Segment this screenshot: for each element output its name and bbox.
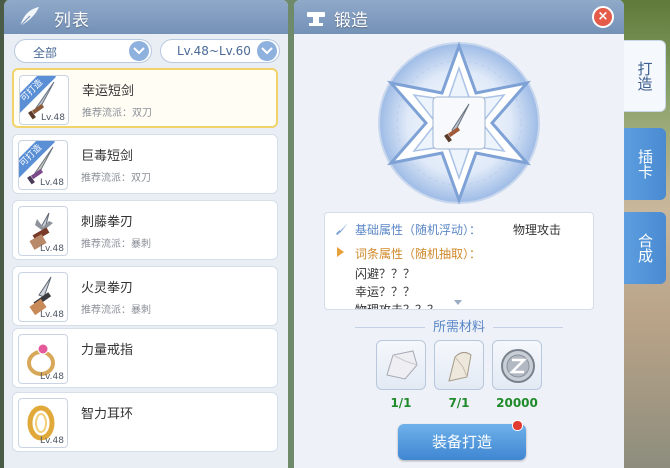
- level-filter-dropdown[interactable]: Lv.48~Lv.60: [160, 39, 280, 63]
- item-thumbnail: Lv.48: [18, 334, 68, 384]
- item-name: 力量戒指: [81, 343, 134, 358]
- item-level: Lv.48: [40, 372, 64, 382]
- forge-title: 锻造: [334, 11, 368, 31]
- level-filter-value: Lv.48~Lv.60: [177, 44, 251, 58]
- tab-synthesis[interactable]: 合成: [624, 212, 666, 284]
- tab-synthesis-label: 合成: [636, 233, 654, 263]
- item-name: 幸运短剑: [82, 84, 135, 99]
- list-item-lucky-dagger[interactable]: 可打造 Lv.48 幸运短剑 推荐流派：双刀: [12, 68, 278, 128]
- list-item-strength-ring[interactable]: Lv.48 力量戒指: [12, 328, 278, 388]
- divider: [493, 327, 563, 328]
- list-item-poison-dagger[interactable]: 可打造 Lv.48 巨毒短剑 推荐流派：双刀: [12, 134, 278, 194]
- scroll-down-icon[interactable]: [454, 300, 462, 305]
- chevron-down-icon: [129, 41, 149, 61]
- item-name: 刺藤拳刃: [81, 215, 134, 230]
- item-level: Lv.48: [40, 178, 64, 188]
- forge-panel: 锻造 × 基础属性（随机浮动）： 物理攻击 词条属性（随机抽取）： 闪避？？？ …: [294, 0, 624, 468]
- close-button[interactable]: ×: [592, 6, 614, 28]
- item-recommend: 推荐流派：暴刺: [81, 305, 151, 316]
- ore-icon: [386, 350, 418, 380]
- tab-card-label: 插卡: [636, 149, 654, 179]
- base-attribute-label: 基础属性（随机浮动）：: [355, 223, 482, 237]
- zeny-coin-icon: [501, 349, 535, 383]
- item-name: 巨毒短剑: [81, 149, 134, 164]
- base-attribute-value: 物理攻击: [513, 223, 562, 237]
- material-slot-crystal[interactable]: [434, 340, 484, 390]
- item-recommend: 推荐流派：暴刺: [81, 239, 151, 250]
- item-recommend: 推荐流派：双刀: [81, 173, 151, 184]
- material-slot-ore[interactable]: [376, 340, 426, 390]
- crystal-icon: [448, 351, 472, 382]
- list-item-thorn-katar[interactable]: Lv.48 刺藤拳刃 推荐流派：暴刺: [12, 200, 278, 260]
- materials-title: 所需材料: [432, 320, 485, 335]
- word-attribute-item: 幸运？？？: [355, 285, 416, 299]
- item-name: 火灵拳刃: [81, 281, 134, 296]
- item-recommend: 推荐流派：双刀: [82, 108, 152, 119]
- material-count-crystal: 7/1: [448, 396, 470, 410]
- anvil-icon: [307, 12, 325, 26]
- word-attribute-label: 词条属性（随机抽取）：: [355, 247, 482, 261]
- tab-card-insert[interactable]: 插卡: [624, 128, 666, 200]
- quill-icon: [19, 7, 39, 27]
- item-level: Lv.48: [40, 436, 64, 446]
- item-level: Lv.48: [40, 244, 64, 254]
- filter-bar: 全部 Lv.48~Lv.60: [4, 34, 288, 66]
- item-level: Lv.48: [40, 310, 64, 320]
- list-title: 列表: [54, 11, 90, 31]
- notification-dot: [512, 420, 523, 431]
- forge-header: 锻造 ×: [294, 0, 624, 34]
- list-item-fire-katar[interactable]: Lv.48 火灵拳刃 推荐流派：暴刺: [12, 266, 278, 326]
- divider: [354, 327, 425, 328]
- item-thumbnail: Lv.48: [18, 272, 68, 322]
- type-filter-dropdown[interactable]: 全部: [14, 39, 152, 63]
- craft-equipment-button[interactable]: 装备打造: [398, 424, 526, 460]
- list-header: 列表: [4, 0, 288, 34]
- material-count-zeny: 20000: [496, 396, 538, 410]
- tab-forge-label: 打造: [635, 61, 654, 91]
- item-thumbnail: Lv.48: [18, 206, 68, 256]
- material-count-ore: 1/1: [390, 396, 412, 410]
- item-thumbnail: 可打造 Lv.48: [18, 140, 68, 190]
- item-thumbnail: 可打造 Lv.48: [19, 75, 69, 125]
- forge-emblem: [378, 41, 540, 205]
- item-level: Lv.48: [41, 113, 65, 123]
- type-filter-value: 全部: [33, 46, 58, 60]
- attribute-box[interactable]: 基础属性（随机浮动）： 物理攻击 词条属性（随机抽取）： 闪避？？？ 幸运？？？…: [324, 212, 594, 310]
- expand-arrow-icon: [337, 247, 344, 257]
- material-slot-zeny[interactable]: [492, 340, 542, 390]
- chevron-down-icon: [257, 41, 277, 61]
- word-attribute-item: 物理攻击？？？: [355, 303, 440, 310]
- sword-icon: [335, 223, 348, 236]
- item-thumbnail: Lv.48: [18, 398, 68, 448]
- item-name: 智力耳环: [81, 407, 134, 422]
- equipment-list-panel: 列表 全部 Lv.48~Lv.60 可打造 Lv.48 幸运短剑 推荐流派：双刀…: [4, 0, 288, 468]
- list-item-intellect-earring[interactable]: Lv.48 智力耳环: [12, 392, 278, 452]
- word-attribute-item: 闪避？？？: [355, 267, 416, 281]
- materials-heading: 所需材料: [294, 316, 624, 335]
- tab-forge[interactable]: 打造: [624, 40, 666, 112]
